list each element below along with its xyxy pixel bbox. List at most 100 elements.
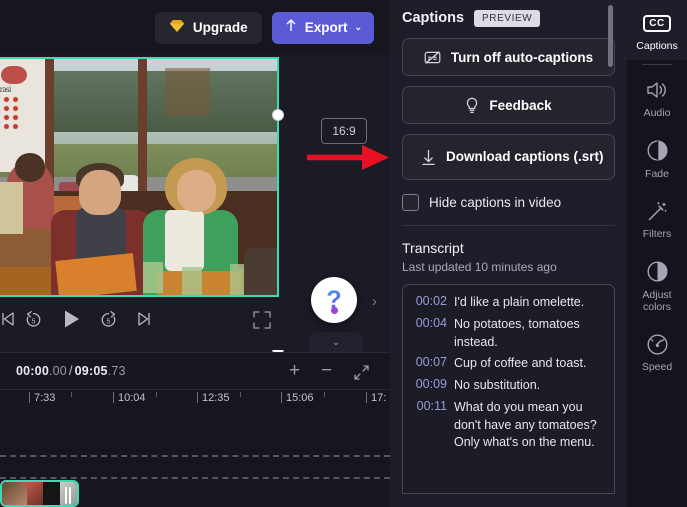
window-sign-text: rasi [0,84,11,94]
export-label: Export [305,20,348,35]
resize-handle-top-right[interactable] [272,109,284,121]
rail-label: Filters [643,228,672,240]
transcript-heading: Transcript [402,240,615,256]
fit-to-screen-icon[interactable] [353,364,370,386]
track-drop-zone [0,455,390,457]
video-preview-area: rasi [0,55,390,300]
diamond-icon [169,19,185,36]
fullscreen-icon[interactable] [253,311,271,329]
svg-text:5: 5 [107,318,111,325]
video-canvas[interactable]: rasi [0,57,279,297]
upgrade-label: Upgrade [193,20,248,35]
help-button[interactable]: ? [311,277,357,323]
aspect-ratio-badge[interactable]: 16:9 [321,118,367,144]
feedback-button[interactable]: Feedback [402,86,615,124]
total-time: 09:05 [75,364,108,378]
rail-label: Captions [636,40,677,52]
page-title: Captions [402,10,464,26]
rail-item-adjust-colors[interactable]: Adjust colors [627,249,687,322]
current-time-frac: .00 [49,364,67,378]
magic-wand-icon [646,198,669,224]
hide-captions-checkbox[interactable] [402,194,419,211]
top-toolbar: Upgrade Export ⌄ [0,0,390,55]
turn-off-auto-captions-label: Turn off auto-captions [451,50,593,65]
rail-label: Fade [645,168,669,180]
timeline-ruler[interactable]: 7:33 10:04 12:35 15:06 17: [0,389,390,409]
ruler-label: 15:06 [286,392,314,404]
skip-to-end-icon[interactable] [136,311,152,327]
panel-divider [402,225,615,226]
transcript-row[interactable]: 00:04 No potatoes, tomatoes instead. [411,316,606,352]
transcript-last-updated: Last updated 10 minutes ago [402,260,615,274]
upgrade-button[interactable]: Upgrade [155,12,262,44]
panel-scrollbar[interactable] [608,5,613,67]
collapse-preview-tab[interactable]: ⌄ [310,332,362,352]
rail-item-filters[interactable]: Filters [627,188,687,248]
feedback-label: Feedback [489,98,551,113]
captions-panel-header: Captions PREVIEW [402,0,615,28]
transcript-list[interactable]: 00:02 I'd like a plain omelette. 00:04 N… [402,284,615,494]
skip-to-start-icon[interactable] [0,311,16,327]
rail-item-fade[interactable]: Fade [627,128,687,188]
speedometer-icon [646,331,669,357]
editor-area: Upgrade Export ⌄ [0,0,390,507]
transcript-timestamp: 00:02 [411,294,447,312]
transcript-text: No potatoes, tomatoes instead. [454,316,606,352]
transcript-timestamp: 00:11 [411,399,447,452]
transcript-text: What do you mean you don't have any toma… [454,399,606,452]
rail-item-captions[interactable]: CC Captions [627,0,687,60]
download-arrow-icon [421,148,436,166]
transcript-row[interactable]: 00:07 Cup of coffee and toast. [411,355,606,373]
transcript-text: I'd like a plain omelette. [454,294,584,312]
ruler-label: 7:33 [34,392,55,404]
cc-icon: CC [643,10,670,36]
rewind-5-seconds-button[interactable]: 5 [24,310,43,329]
chevron-down-icon: ⌄ [354,22,362,33]
expand-panel-chevron-icon[interactable]: › [372,293,377,310]
rail-label: Speed [642,361,672,373]
ruler-label: 17: [371,392,386,404]
track-drop-zone [0,477,390,479]
hide-captions-label: Hide captions in video [429,195,561,210]
right-tool-rail: CC Captions Audio Fade [627,0,687,507]
contrast-circle-icon [646,259,669,285]
rail-divider [642,64,672,65]
clip-trim-handle[interactable] [65,487,73,504]
hide-captions-checkbox-row[interactable]: Hide captions in video [402,194,615,211]
clipchamp-editor: Upgrade Export ⌄ [0,0,687,507]
cc-glyph: CC [643,15,670,32]
zoom-out-button[interactable]: − [321,362,332,380]
transcript-row[interactable]: 00:02 I'd like a plain omelette. [411,294,606,312]
forward-5-seconds-button[interactable]: 5 [99,310,118,329]
video-still-image: rasi [0,59,277,295]
rail-item-audio[interactable]: Audio [627,67,687,127]
transcript-timestamp: 00:07 [411,355,447,373]
captions-off-icon [424,50,441,65]
ruler-label: 12:35 [202,392,230,404]
transcript-timestamp: 00:04 [411,316,447,352]
total-time-frac: .73 [108,364,126,378]
time-separator: / [69,364,73,378]
download-captions-button[interactable]: Download captions (.srt) [402,134,615,180]
transcript-row[interactable]: 00:11 What do you mean you don't have an… [411,399,606,452]
transcript-timestamp: 00:09 [411,377,447,395]
zoom-in-button[interactable]: + [289,362,300,380]
time-display: 00:00.00/09:05.73 [16,364,126,378]
captions-panel: Captions PREVIEW Turn off auto-captions … [390,0,627,507]
svg-text:5: 5 [32,318,36,325]
ruler-label: 10:04 [118,392,146,404]
lightbulb-icon [465,97,479,114]
turn-off-auto-captions-button[interactable]: Turn off auto-captions [402,38,615,76]
rail-item-speed[interactable]: Speed [627,321,687,381]
rail-label: Audio [644,107,671,119]
upload-arrow-icon [284,18,298,37]
transcript-row[interactable]: 00:09 No substitution. [411,377,606,395]
timeline-video-clip[interactable] [0,480,79,507]
rail-label: Adjust colors [627,289,687,314]
chevron-down-icon: ⌄ [332,337,340,348]
help-dot-icon [331,307,338,314]
annotation-arrow-icon [307,142,391,177]
export-button[interactable]: Export ⌄ [272,12,374,44]
play-button[interactable] [60,308,82,330]
speaker-icon [645,77,669,103]
